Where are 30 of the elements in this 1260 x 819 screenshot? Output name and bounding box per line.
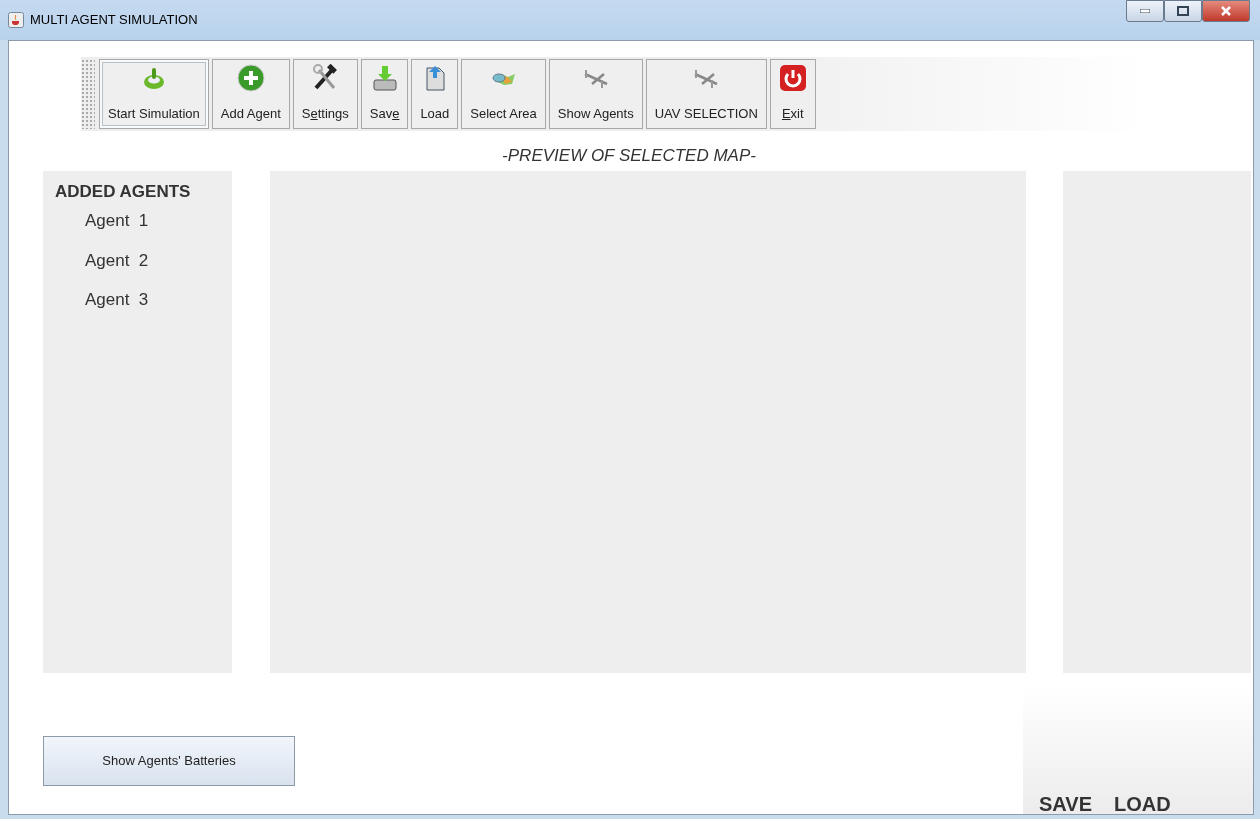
map-preview-title: -PREVIEW OF SELECTED MAP-: [501, 145, 757, 167]
toolbar-button[interactable]: Save: [360, 59, 409, 129]
toolbar-button[interactable]: Start Simulation: [99, 59, 209, 129]
corner-label: LOAD: [1114, 794, 1171, 814]
show-batteries-button[interactable]: Show Agents' Batteries: [43, 735, 295, 786]
panel-heading: ADDED AGENTS: [55, 180, 192, 203]
agent-item[interactable]: Agent 1: [85, 208, 232, 234]
toolbar-button[interactable]: Load: [411, 59, 459, 129]
window-title: MULTI AGENT SIMULATION: [30, 11, 198, 30]
toolbar-button[interactable]: UAV SELECTION: [645, 59, 767, 129]
agent-item[interactable]: Agent 3: [85, 287, 232, 313]
toolbar-button[interactable]: Select Area: [461, 59, 546, 129]
plus-icon: [236, 64, 265, 92]
maximize-button[interactable]: [1164, 0, 1202, 22]
java-cup-icon: [8, 12, 24, 28]
maximize-icon: [1177, 6, 1189, 16]
close-icon: [1220, 6, 1232, 16]
power-icon: [778, 64, 807, 92]
hard-drive-icon: [370, 64, 399, 92]
toolbar-button[interactable]: Exit: [769, 59, 816, 129]
toolbar-button[interactable]: Show Agents: [548, 59, 643, 129]
minimize-icon: [1140, 9, 1150, 13]
toolbar-button[interactable]: Settings: [292, 59, 358, 129]
minimize-button[interactable]: [1126, 0, 1164, 22]
toolbar-button[interactable]: Add Agent: [211, 59, 290, 129]
tools-icon: [311, 64, 340, 92]
corner-label: SAVE: [1039, 794, 1092, 814]
close-button[interactable]: [1202, 0, 1250, 22]
agent-item[interactable]: Agent 2: [85, 247, 232, 273]
toolbar-grip[interactable]: [81, 59, 95, 129]
